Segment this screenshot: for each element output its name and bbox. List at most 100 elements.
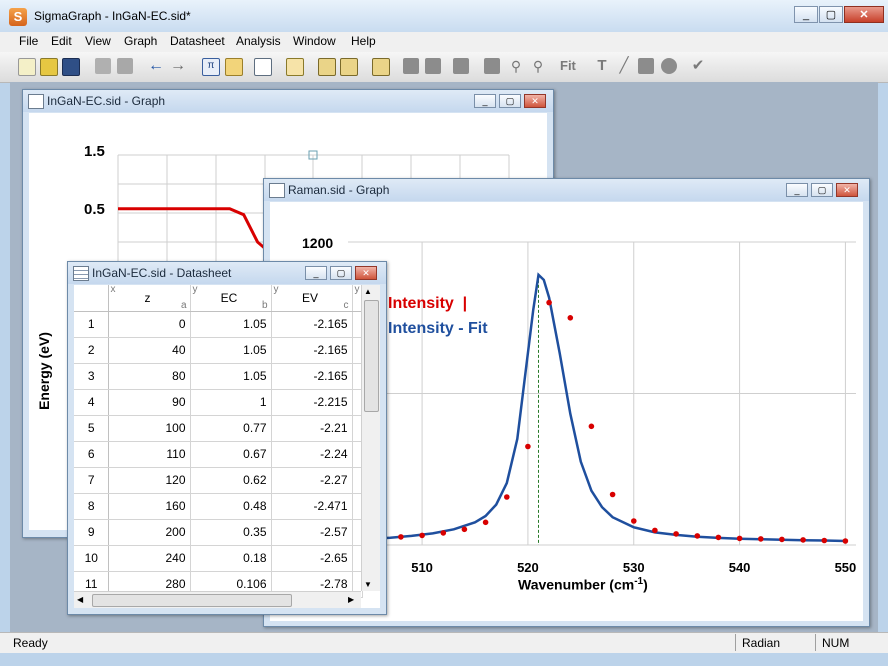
column-add-icon[interactable] [372,58,390,76]
table-row[interactable]: 9 200 0.35 -2.57 [74,519,363,546]
copy-icon[interactable] [95,58,111,74]
table-row[interactable]: 1 0 1.05 -2.165 [74,311,363,338]
menu-file[interactable]: File [19,34,38,48]
scroll-right-icon[interactable]: ▶ [348,595,354,604]
menu-graph[interactable]: Graph [124,34,157,48]
datasheet-grid[interactable]: x z a y EC b y EV c y 1 0 1.05 -2.165 2 … [74,284,380,608]
zoom-in-icon[interactable]: ⚲ [508,58,524,74]
scroll-up-icon[interactable]: ▲ [364,287,372,296]
horizontal-scrollbar[interactable]: ◀ ▶ [74,591,361,608]
minimize-button[interactable]: _ [474,94,496,108]
insert-column-icon[interactable] [286,58,304,76]
table-row[interactable]: 6 110 0.67 -2.24 [74,441,363,468]
minimize-button[interactable]: _ [786,183,808,197]
square-icon[interactable] [425,58,441,74]
table-cell[interactable]: 160 [108,493,191,520]
undo-icon[interactable]: ← [148,58,164,74]
table-cell[interactable]: -2.65 [271,545,353,572]
rectangle-tool-icon[interactable] [638,58,654,74]
menu-view[interactable]: View [85,34,111,48]
table-cell[interactable]: -2.21 [271,415,353,442]
open-icon[interactable] [40,58,58,76]
close-button[interactable]: ✕ [355,266,377,280]
row-number[interactable]: 8 [74,493,109,520]
menu-edit[interactable]: Edit [51,34,72,48]
menu-datasheet[interactable]: Datasheet [170,34,225,48]
datasheet-title-bar[interactable]: InGaN-EC.sid - Datasheet _ ▢ ✕ [68,262,386,284]
table-row[interactable]: 7 120 0.62 -2.27 [74,467,363,494]
graph-icon[interactable] [254,58,272,76]
table-cell[interactable]: -2.471 [271,493,353,520]
formula-icon[interactable]: π [202,58,220,76]
row-number[interactable]: 5 [74,415,109,442]
row-number[interactable]: 9 [74,519,109,546]
table-row[interactable]: 3 80 1.05 -2.165 [74,363,363,390]
table-cell[interactable]: -2.165 [271,337,353,364]
maximize-button[interactable]: ▢ [499,94,521,108]
row-number[interactable]: 4 [74,389,109,416]
table-cell[interactable]: -2.24 [271,441,353,468]
paste-icon[interactable] [117,58,133,74]
table-cell[interactable]: -2.165 [271,311,353,338]
close-button[interactable]: ✕ [844,6,884,23]
table-cell[interactable]: 80 [108,363,191,390]
row-number[interactable]: 7 [74,467,109,494]
table-cell[interactable]: 1.05 [190,337,272,364]
table-cell[interactable]: 0.62 [190,467,272,494]
table-cell[interactable]: 90 [108,389,191,416]
table-row[interactable]: 8 160 0.48 -2.471 [74,493,363,520]
fit-icon[interactable]: Fit [560,58,580,74]
close-button[interactable]: ✕ [524,94,546,108]
table-cell[interactable]: 1.05 [190,363,272,390]
maximize-button[interactable]: ▢ [330,266,352,280]
row-number[interactable]: 1 [74,311,109,338]
column-header-ev[interactable]: y EV c [271,284,353,312]
data-table[interactable]: x z a y EC b y EV c y 1 0 1.05 -2.165 2 … [74,284,363,598]
square-icon[interactable] [484,58,500,74]
new-icon[interactable] [18,58,36,76]
grid-icon[interactable] [318,58,336,76]
scroll-left-icon[interactable]: ◀ [77,595,83,604]
table-cell[interactable]: 110 [108,441,191,468]
table-row[interactable]: 4 90 1 -2.215 [74,389,363,416]
column-header-ec[interactable]: y EC b [190,284,272,312]
zoom-out-icon[interactable]: ⚲ [530,58,546,74]
row-number[interactable]: 2 [74,337,109,364]
table-row[interactable]: 5 100 0.77 -2.21 [74,415,363,442]
scroll-thumb[interactable] [364,300,379,412]
table-cell[interactable]: 0.48 [190,493,272,520]
table-cell[interactable]: -2.215 [271,389,353,416]
grid-add-icon[interactable] [340,58,358,76]
line-tool-icon[interactable]: ╱ [616,58,632,74]
table-cell[interactable]: -2.57 [271,519,353,546]
menu-help[interactable]: Help [351,34,376,48]
table-cell[interactable]: 100 [108,415,191,442]
table-row[interactable]: 2 40 1.05 -2.165 [74,337,363,364]
table-cell[interactable]: 1.05 [190,311,272,338]
menu-window[interactable]: Window [293,34,336,48]
table-cell[interactable]: -2.165 [271,363,353,390]
scroll-down-icon[interactable]: ▼ [364,580,372,589]
table-cell[interactable]: 40 [108,337,191,364]
text-tool-icon[interactable]: T [594,58,610,74]
hscroll-thumb[interactable] [92,594,292,607]
table-cell[interactable]: 120 [108,467,191,494]
table-cell[interactable]: 0.18 [190,545,272,572]
menu-analysis[interactable]: Analysis [236,34,281,48]
row-number[interactable]: 3 [74,363,109,390]
square-icon[interactable] [453,58,469,74]
table-cell[interactable]: 0.67 [190,441,272,468]
table-cell[interactable]: 1 [190,389,272,416]
table-cell[interactable]: 200 [108,519,191,546]
table-cell[interactable]: 0.35 [190,519,272,546]
save-icon[interactable] [62,58,80,76]
square-icon[interactable] [403,58,419,74]
graph-window-ingan-title-bar[interactable]: InGaN-EC.sid - Graph _ ▢ ✕ [23,90,553,112]
maximize-button[interactable]: ▢ [819,6,843,23]
graph-window-raman-title-bar[interactable]: Raman.sid - Graph _ ▢ ✕ [264,179,869,201]
minimize-button[interactable]: _ [305,266,327,280]
table-cell[interactable]: -2.27 [271,467,353,494]
close-button[interactable]: ✕ [836,183,858,197]
redo-icon[interactable]: → [170,58,186,74]
table-cell[interactable]: 240 [108,545,191,572]
